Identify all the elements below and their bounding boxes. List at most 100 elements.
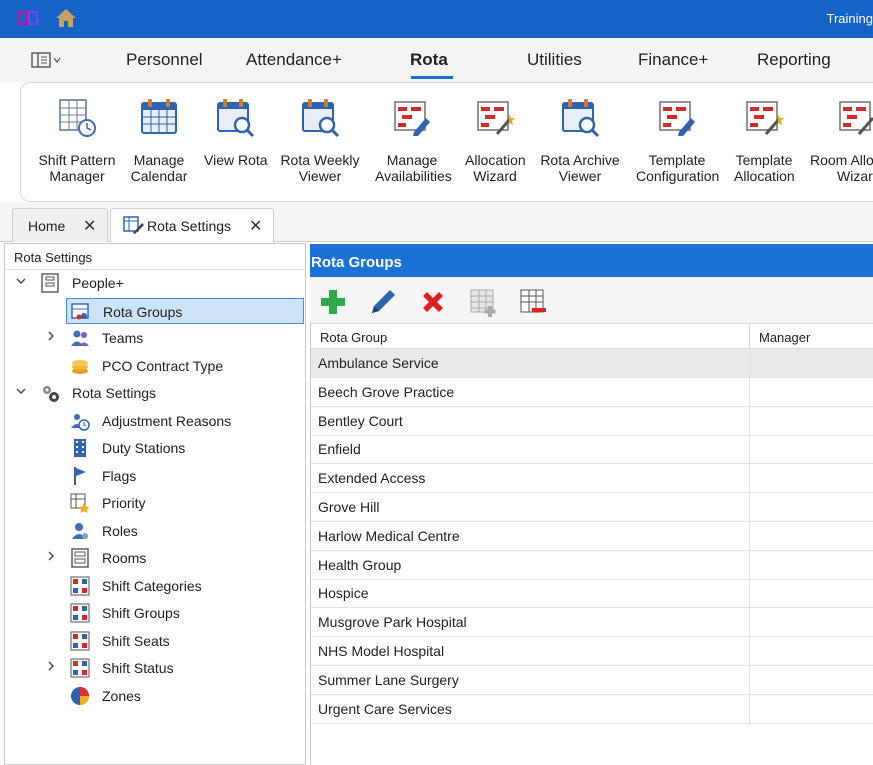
shift-pattern-icon [59,99,96,137]
close-icon[interactable]: ✕ [83,216,96,236]
tab-finance[interactable]: Finance+ [638,50,708,70]
people-icon [41,273,59,293]
button-label: Room Alloc [810,152,873,168]
tab-rota-settings[interactable]: Rota Settings ✕ [110,208,274,243]
tree-node-label: Zones [102,688,141,704]
add-row-icon[interactable] [468,287,498,317]
tree-node[interactable]: Rota Groups [66,298,304,324]
tree-node[interactable]: Shift Status [5,655,303,681]
table-row[interactable]: Hospice [311,579,873,609]
close-icon[interactable]: ✕ [249,216,262,236]
delete-icon[interactable] [418,287,448,317]
chevron-down-icon[interactable] [15,385,27,397]
tree-node[interactable]: Shift Groups [5,600,303,626]
table-row[interactable]: Bentley Court [311,406,873,436]
shift-pattern-manager-button[interactable]: Shift Pattern Manager [38,98,116,184]
view-rota-icon [217,99,255,138]
tree-node[interactable]: Priority [5,490,303,516]
cell-separator [749,550,750,579]
table-row[interactable]: Harlow Medical Centre [311,521,873,551]
rota-group-cell: Harlow Medical Centre [318,527,460,544]
button-label: Rota Weekly [280,152,360,168]
tree-node-label: Shift Groups [102,605,180,621]
add-icon[interactable] [318,287,348,317]
table-row[interactable]: Summer Lane Surgery [311,665,873,695]
tree-node[interactable]: Adjustment Reasons [5,408,303,434]
column-header-manager[interactable]: Manager [759,330,810,345]
flag-icon [74,467,86,485]
cell-separator [749,521,750,550]
rota-groups-grid: Rota Group Manager Ambulance Service Beec… [310,323,873,765]
tree-node[interactable]: Zones [5,683,303,709]
button-label: Calendar [130,168,188,184]
rota-group-cell: Extended Access [318,470,426,487]
app-logo-icon[interactable] [18,10,38,26]
template-configuration-button[interactable]: Template Configuration [636,98,719,184]
rota-weekly-viewer-button[interactable]: Rota Weekly Viewer [280,98,360,184]
tree-node-label: People+ [72,275,124,291]
tab-rota[interactable]: Rota [410,50,448,70]
cell-separator [749,694,750,723]
remove-row-icon[interactable] [518,287,548,317]
chevron-right-icon[interactable] [45,330,57,342]
tab-home[interactable]: Home ✕ [12,208,108,242]
rota-archive-viewer-button[interactable]: Rota Archive Viewer [540,98,620,184]
tree-node[interactable]: People+ [5,270,303,296]
home-icon[interactable] [55,8,77,28]
column-separator[interactable] [749,324,750,350]
chevron-down-icon[interactable] [15,275,27,287]
table-row[interactable]: Enfield [311,435,873,465]
cell-separator [749,637,750,665]
tab-attendance[interactable]: Attendance+ [246,50,342,70]
tab-reporting[interactable]: Reporting [757,50,831,70]
tree-node[interactable]: Shift Categories [5,573,303,599]
table-row[interactable]: Grove Hill [311,493,873,522]
template-allocation-button[interactable]: Template Allocation [734,98,795,184]
tree-node[interactable]: PCO Contract Type [5,353,303,379]
table-row[interactable]: Extended Access [311,464,873,494]
tab-personnel[interactable]: Personnel [126,50,203,70]
tree-node[interactable]: Flags [5,463,303,489]
tree-node-label: Shift Seats [102,633,170,649]
edit-icon[interactable] [368,287,398,317]
tab-utilities[interactable]: Utilities [527,50,582,70]
gears-icon [43,386,59,402]
chevron-right-icon[interactable] [45,660,57,672]
rota-group-cell: Summer Lane Surgery [318,671,459,688]
table-row[interactable]: Beech Grove Practice [311,377,873,407]
table-row[interactable]: Urgent Care Services [311,694,873,724]
column-header-rota-group[interactable]: Rota Group [320,330,387,345]
tree-node[interactable]: Duty Stations [5,435,303,461]
button-label: Availabilities [375,168,452,184]
button-label: Template [648,152,706,168]
table-row[interactable]: NHS Model Hospital [311,637,873,666]
priority-star-icon [70,493,90,513]
table-row[interactable]: Health Group [311,550,873,580]
view-rota-button[interactable]: View Rota [204,98,268,168]
tree-node[interactable]: Rooms [5,545,303,571]
table-row[interactable]: Ambulance Service [311,349,873,378]
quick-access-menu-icon[interactable] [31,52,63,68]
button-label: Shift Pattern [38,152,116,168]
button-label: Allocation [465,152,526,168]
tree-node[interactable]: Teams [5,325,303,351]
tree-node[interactable]: Roles [5,518,303,544]
rota-group-cell: Musgrove Park Hospital [318,614,467,631]
manage-calendar-button[interactable]: Manage Calendar [130,98,188,184]
button-label: View Rota [204,152,268,168]
rota-group-cell: Urgent Care Services [318,700,452,717]
coins-icon [72,360,88,374]
tab-label: Home [28,218,66,234]
allocation-wizard-button[interactable]: Allocation Wizard [465,98,526,184]
room-allocation-wizard-button[interactable]: Room Alloc Wizard [810,98,873,184]
tree-node-label: Rota Settings [72,385,157,401]
chevron-right-icon[interactable] [45,550,57,562]
table-row[interactable]: Musgrove Park Hospital [311,608,873,638]
tree-node[interactable]: Rota Settings [5,380,303,406]
manage-availabilities-button[interactable]: Manage Availabilities [375,98,452,184]
rota-group-cell: Ambulance Service [318,355,439,371]
archive-viewer-icon [562,99,600,138]
button-label: Wizard [473,168,517,184]
rota-groups-icon [71,303,89,320]
tree-node[interactable]: Shift Seats [5,628,303,654]
